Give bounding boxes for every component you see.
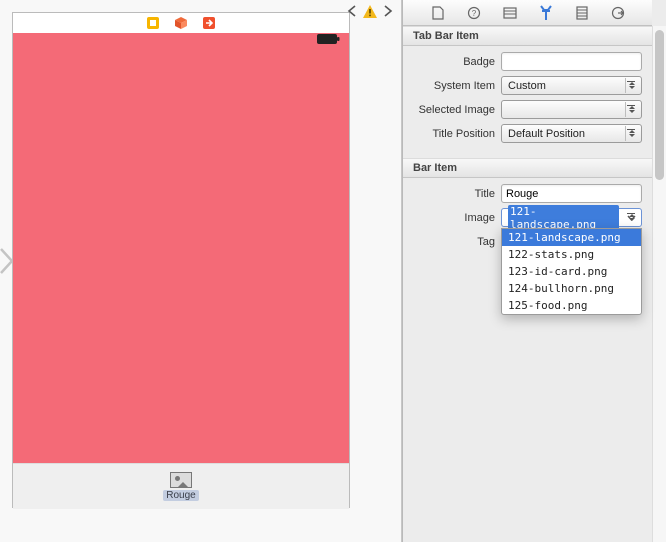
- image-option[interactable]: 123-id-card.png: [502, 263, 641, 280]
- title-position-combo[interactable]: Default Position: [501, 124, 642, 143]
- root: Rouge ?: [0, 0, 666, 542]
- selected-image-combo[interactable]: [501, 100, 642, 119]
- main-view[interactable]: [13, 47, 349, 463]
- image-dropdown[interactable]: 121-landscape.png 122-stats.png 123-id-c…: [501, 228, 642, 315]
- image-option[interactable]: 124-bullhorn.png: [502, 280, 641, 297]
- size-inspector-icon[interactable]: [574, 5, 590, 21]
- canvas-body[interactable]: Rouge: [0, 0, 401, 542]
- battery-icon: [317, 34, 341, 45]
- canvas-pane: Rouge: [0, 0, 402, 542]
- help-inspector-icon[interactable]: ?: [466, 5, 482, 21]
- picture-icon: [170, 472, 192, 488]
- badge-label: Badge: [413, 56, 501, 68]
- system-item-value: Custom: [508, 80, 546, 92]
- file-inspector-icon[interactable]: [430, 5, 446, 21]
- image-combo[interactable]: 121-landscape.png: [501, 208, 642, 227]
- title-position-label: Title Position: [413, 128, 501, 140]
- attributes-inspector-icon[interactable]: [538, 5, 554, 21]
- storyboard-id-icon: [146, 16, 160, 30]
- image-option[interactable]: 125-food.png: [502, 297, 641, 314]
- next-button[interactable]: [379, 2, 397, 20]
- title-label: Title: [413, 188, 501, 200]
- inspector-scrollbar[interactable]: [652, 26, 666, 542]
- svg-text:?: ?: [471, 9, 476, 18]
- inspector-pane: ? Tab Bar Item Badge System Item Custom: [402, 0, 666, 542]
- scrollbar-thumb[interactable]: [655, 30, 664, 180]
- cube-icon: [174, 16, 188, 30]
- image-option[interactable]: 122-stats.png: [502, 246, 641, 263]
- canvas-top-toolbar: [339, 0, 401, 22]
- tab-bar[interactable]: Rouge: [13, 463, 349, 509]
- exit-icon: [202, 16, 216, 30]
- tag-label: Tag: [413, 236, 501, 248]
- section-tabbaritem: Tab Bar Item: [403, 26, 652, 46]
- inspector-tabbar: ?: [403, 0, 652, 26]
- image-label: Image: [413, 212, 501, 224]
- identity-inspector-icon[interactable]: [502, 5, 518, 21]
- title-position-value: Default Position: [508, 128, 585, 140]
- system-item-combo[interactable]: Custom: [501, 76, 642, 95]
- phone-scene[interactable]: Rouge: [12, 12, 350, 508]
- badge-field[interactable]: [501, 52, 642, 71]
- tab-bar-item-label: Rouge: [163, 490, 198, 501]
- title-field[interactable]: [501, 184, 642, 203]
- image-option[interactable]: 121-landscape.png: [502, 229, 641, 246]
- connections-inspector-icon[interactable]: [610, 5, 626, 21]
- scene-title-bar: [13, 13, 349, 33]
- image-value: 121-landscape.png: [508, 205, 619, 231]
- selected-image-label: Selected Image: [413, 104, 501, 116]
- section-baritem: Bar Item: [403, 158, 652, 178]
- prev-button[interactable]: [343, 2, 361, 20]
- form-tabbaritem: Badge System Item Custom Selected Image: [403, 46, 652, 158]
- system-item-label: System Item: [413, 80, 501, 92]
- tab-bar-item-rouge[interactable]: Rouge: [163, 472, 198, 501]
- form-baritem: Title Image 121-landscape.png 121-la: [403, 178, 652, 266]
- status-bar: [13, 33, 349, 47]
- warning-icon[interactable]: [361, 2, 379, 20]
